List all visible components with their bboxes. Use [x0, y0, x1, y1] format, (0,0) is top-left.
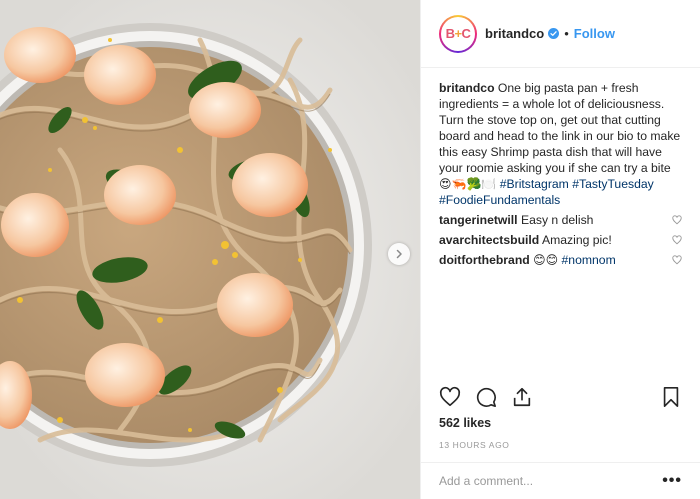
avatar-letter-b: B: [445, 26, 455, 41]
comment-username[interactable]: tangerinetwill: [439, 213, 518, 227]
comment-item: avarchitectsbuild Amazing pic!: [439, 232, 682, 248]
avatar-plus: +: [454, 26, 462, 41]
caption-emojis: 😍🦐🥦🍽️: [439, 177, 497, 191]
post-details-panel: B + C britandco • Follow britandco One big…: [420, 0, 700, 499]
follow-button[interactable]: Follow: [574, 26, 615, 41]
comment-username[interactable]: doitforthebrand: [439, 253, 530, 267]
comment-item: doitforthebrand 😊😊 #nomnom: [439, 252, 682, 268]
add-comment-bar: •••: [421, 462, 700, 499]
likes-count[interactable]: 562 likes: [439, 416, 491, 430]
comments-section: britandco One big pasta pan + fresh ingr…: [421, 68, 700, 268]
like-comment-heart-icon[interactable]: [672, 235, 682, 245]
avatar-letter-c: C: [461, 26, 471, 41]
post-timestamp: 13 HOURS AGO: [439, 440, 510, 450]
caption-text: One big pasta pan + fresh ingredients = …: [439, 81, 681, 175]
add-comment-input[interactable]: [439, 474, 663, 488]
hashtag-link[interactable]: #TastyTuesday: [572, 177, 654, 191]
comment-text: Easy n delish: [520, 213, 594, 227]
caption-username[interactable]: britandco: [439, 81, 495, 95]
avatar[interactable]: B + C: [439, 14, 477, 53]
post-actions: [439, 384, 682, 410]
heart-icon[interactable]: [439, 386, 461, 408]
more-options-button[interactable]: •••: [662, 472, 682, 490]
hashtag-link[interactable]: #nomnom: [562, 253, 616, 267]
post-caption: britandco One big pasta pan + fresh ingr…: [439, 80, 682, 208]
post-photo: [0, 0, 420, 499]
header-separator: •: [564, 26, 569, 41]
comment-text: 😊😊: [533, 253, 559, 267]
comment-username[interactable]: avarchitectsbuild: [439, 233, 539, 247]
bookmark-icon[interactable]: [660, 386, 682, 408]
comment-text: Amazing pic!: [541, 233, 612, 247]
comment-icon[interactable]: [475, 386, 497, 408]
hashtag-link[interactable]: #FoodieFundamentals: [439, 193, 560, 207]
header-username[interactable]: britandco: [485, 26, 544, 41]
next-photo-button[interactable]: [388, 243, 410, 265]
post-media[interactable]: [0, 0, 420, 499]
like-comment-heart-icon[interactable]: [672, 255, 682, 265]
like-comment-heart-icon[interactable]: [672, 215, 682, 225]
post-header: B + C britandco • Follow: [421, 0, 700, 68]
comment-item: tangerinetwill Easy n delish: [439, 212, 682, 228]
share-icon[interactable]: [511, 386, 533, 408]
hashtag-link[interactable]: #Britstagram: [500, 177, 569, 191]
chevron-right-icon: [396, 249, 402, 259]
avatar-logo: B + C: [441, 16, 475, 51]
verified-badge-icon: [548, 28, 560, 39]
